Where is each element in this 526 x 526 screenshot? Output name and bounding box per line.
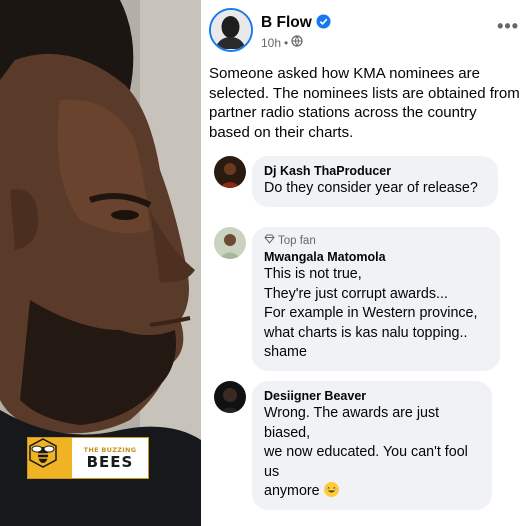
comment-bubble: Desiigner Beaver Wrong. The awards are j… [252, 381, 492, 510]
profile-photo: THE BUZZING BEES [0, 0, 201, 526]
laughing-emoji-icon [323, 482, 339, 497]
commenter-name[interactable]: Dj Kash ThaProducer [264, 163, 486, 179]
commenter-avatar[interactable] [214, 381, 246, 413]
post-time[interactable]: 10h [261, 36, 281, 50]
comment-text: Wrong. The awards are just biased, we no… [264, 405, 468, 499]
commenter-name[interactable]: Desiigner Beaver [264, 388, 480, 404]
top-fan-badge: Top fan [264, 234, 488, 249]
commenter-name[interactable]: Mwangala Matomola [264, 249, 488, 265]
buzzing-bees-watermark: THE BUZZING BEES [27, 437, 149, 479]
author-name[interactable]: B Flow [261, 14, 331, 34]
commenter-avatar[interactable] [214, 227, 246, 259]
top-fan-label: Top fan [278, 235, 316, 247]
author-name-text[interactable]: B Flow [261, 14, 312, 31]
comment-text: Do they consider year of release? [264, 180, 478, 196]
verified-badge-icon [316, 14, 331, 34]
facebook-post: B Flow 10h • ••• Someone asked how KMA n… [201, 0, 526, 526]
more-options-icon[interactable]: ••• [497, 16, 519, 37]
comment-text-wrap: Wrong. The awards are just biased, we no… [264, 404, 480, 502]
post-body: Someone asked how KMA nominees are selec… [209, 65, 520, 141]
post-header: B Flow 10h • ••• [209, 8, 519, 58]
diamond-icon [264, 234, 275, 249]
commenter-avatar[interactable] [214, 156, 246, 188]
meta-separator: • [284, 35, 289, 50]
post-meta: 10h • [261, 35, 303, 50]
comment-bubble: Dj Kash ThaProducer Do they consider yea… [252, 156, 498, 207]
bee-logo-icon [28, 438, 72, 478]
globe-icon [291, 35, 303, 50]
comment-text: This is not true, They're just corrupt a… [264, 266, 478, 360]
comment-bubble: Top fan Mwangala Matomola This is not tr… [252, 227, 500, 371]
watermark-line2: BEES [86, 453, 134, 471]
author-avatar[interactable] [209, 8, 253, 52]
